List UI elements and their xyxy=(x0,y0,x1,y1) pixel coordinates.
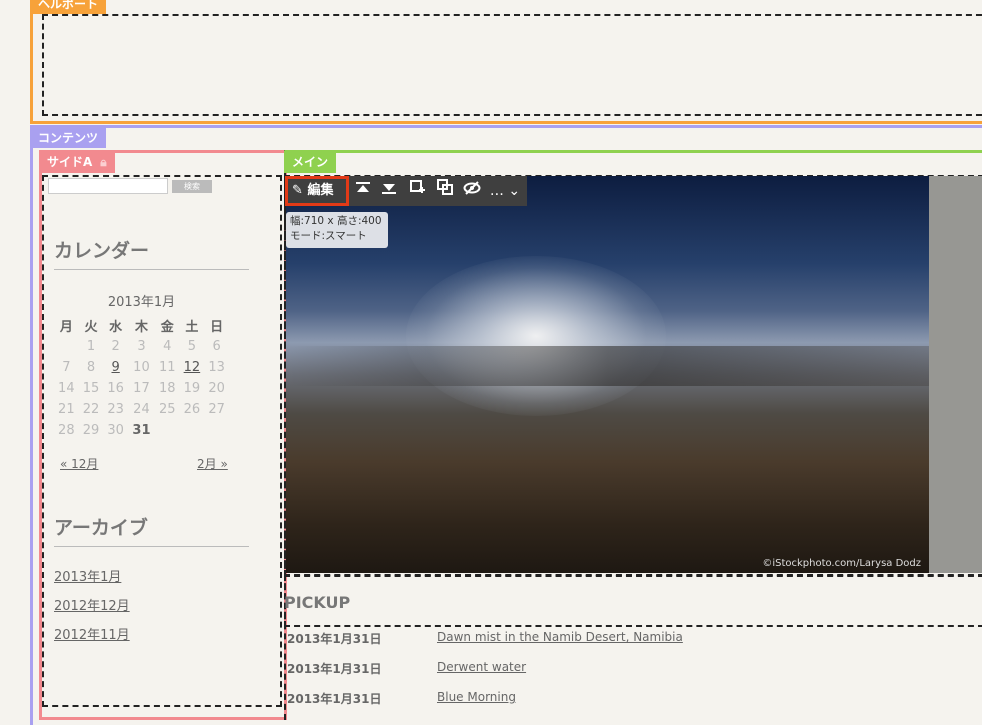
calendar-day: 26 xyxy=(183,402,201,417)
more-menu-button[interactable]: … ⌄ xyxy=(487,176,523,206)
calendar-day: 19 xyxy=(183,381,201,396)
helpbox-unit-outline[interactable] xyxy=(42,14,982,116)
weekday-header: 日 xyxy=(210,320,224,335)
weekday-header: 木 xyxy=(134,320,148,335)
weekday-header: 火 xyxy=(84,320,98,335)
archive-link[interactable]: 2013年1月 xyxy=(54,566,121,585)
calendar-week-row: 7 8 9 10 11 12 13 xyxy=(54,357,229,378)
calendar-day: 14 xyxy=(58,381,75,396)
news-date: 2013年1月31日 xyxy=(287,662,382,676)
pickup-unit-outline[interactable] xyxy=(284,575,982,627)
calendar-day: 27 xyxy=(208,402,225,417)
calendar-day: 6 xyxy=(212,339,221,354)
calendar-week-row: 14 15 16 17 18 19 20 xyxy=(54,378,229,399)
news-date: 2013年1月31日 xyxy=(287,692,382,706)
calendar-day: 1 xyxy=(86,339,96,354)
sidebar-area-label[interactable]: サイドA 🔒︎ xyxy=(39,151,115,173)
chevron-down-icon: ⌄ xyxy=(503,183,521,199)
calendar-day: 23 xyxy=(107,402,124,417)
calendar-empty-cell xyxy=(54,336,79,357)
calendar-day: 18 xyxy=(158,381,176,396)
contents-area-label[interactable]: コンテンツ xyxy=(30,128,107,148)
calendar-day: 15 xyxy=(82,381,100,396)
calendar-day: 24 xyxy=(133,402,150,417)
weekday-header: 月 xyxy=(59,320,73,335)
calendar-day-today: 31 xyxy=(132,423,151,438)
calendar-next-link[interactable]: 2月 » xyxy=(197,455,228,472)
move-down-icon[interactable] xyxy=(377,176,401,206)
image-overflow-area xyxy=(929,176,982,573)
calendar-day: 8 xyxy=(86,360,96,375)
sidebar-area-label-text: サイドA xyxy=(47,155,93,169)
main-area-label[interactable]: メイン xyxy=(284,151,337,173)
calendar-week-row: 28 29 30 31 xyxy=(54,420,229,441)
duplicate-icon[interactable] xyxy=(433,176,457,206)
calendar-week-row: 12 3 456 xyxy=(54,336,229,357)
image-credit: ©iStockphoto.com/Larysa Dodz xyxy=(762,558,921,569)
calendar-day: 2 xyxy=(111,339,120,354)
calendar-day: 13 xyxy=(208,360,225,375)
calendar-table: 月 火 水 木 金 土 日 1 2 3 4 5 6 7 8 9 10 11 12 13 14 15 16 17 1… xyxy=(54,315,229,441)
hide-icon[interactable] xyxy=(460,176,484,206)
archive-link[interactable]: 2012年11月 xyxy=(54,624,130,643)
pickup-title: PICKUP xyxy=(284,593,351,612)
calendar-day: 11 xyxy=(158,360,176,375)
archive-link[interactable]: 2012年12月 xyxy=(54,595,130,614)
add-unit-icon[interactable] xyxy=(405,176,429,206)
calendar-day: 30 xyxy=(107,423,124,438)
unit-toolbar: ✎ 編集 … ⌄ xyxy=(285,176,527,206)
edit-button-label: 編集 xyxy=(307,183,334,198)
image-info-tooltip: 幅:710 x 高さ:400 モード:スマート xyxy=(286,212,388,248)
more-menu-label: … xyxy=(489,183,504,199)
calendar-day: 7 xyxy=(62,360,71,375)
calendar-day: 25 xyxy=(158,402,176,417)
hero-image-sun-glow xyxy=(406,256,666,416)
archive-title: アーカイブ xyxy=(54,513,249,547)
calendar-weekday-row: 月 火 水 木 金 土 日 xyxy=(54,315,229,336)
move-up-icon[interactable] xyxy=(351,176,375,206)
weekday-header: 金 xyxy=(160,320,174,335)
hero-image-cloud-band xyxy=(286,346,929,386)
image-size-text: 幅:710 x 高さ:400 xyxy=(290,215,382,227)
news-date: 2013年1月31日 xyxy=(287,632,382,646)
calendar-day: 4 xyxy=(163,339,172,354)
calendar-day: 28 xyxy=(58,423,75,438)
calendar-day: 10 xyxy=(133,360,150,375)
calendar-day: 16 xyxy=(107,381,124,396)
calendar-empty-cell xyxy=(155,420,180,441)
calendar-prev-link[interactable]: « 12月 xyxy=(60,455,98,472)
calendar-day: 20 xyxy=(208,381,225,396)
calendar-day: 5 xyxy=(187,339,197,354)
calendar-day-link[interactable]: 12 xyxy=(180,357,205,378)
calendar-caption: 2013年1月 xyxy=(107,295,176,310)
calendar-week-row: 21 22 23 24 25 26 27 xyxy=(54,399,229,420)
edit-button[interactable]: ✎ 編集 xyxy=(285,176,349,206)
pencil-icon: ✎ xyxy=(292,183,303,198)
lock-icon[interactable]: 🔒︎ xyxy=(100,153,106,171)
calendar-day: 29 xyxy=(82,423,100,438)
calendar-day-link[interactable]: 9 xyxy=(103,357,128,378)
search-input[interactable] xyxy=(48,178,168,194)
calendar-day: 21 xyxy=(58,402,75,417)
calendar-day: 22 xyxy=(82,402,100,417)
news-link[interactable]: Blue Morning xyxy=(437,690,516,704)
weekday-header: 水 xyxy=(109,320,123,335)
search-button[interactable]: 検索 xyxy=(172,180,212,193)
news-link[interactable]: Derwent water xyxy=(437,660,526,674)
calendar-day: 17 xyxy=(133,381,150,396)
calendar-day: 3 xyxy=(137,339,146,354)
weekday-header: 土 xyxy=(185,320,199,335)
calendar-title: カレンダー xyxy=(54,236,249,270)
calendar-empty-cell xyxy=(204,420,229,441)
helpbox-area-label[interactable]: ヘルボート xyxy=(30,0,107,14)
image-mode-text: モード:スマート xyxy=(290,230,367,242)
news-link[interactable]: Dawn mist in the Namib Desert, Namibia xyxy=(437,630,683,644)
calendar-empty-cell xyxy=(180,420,205,441)
